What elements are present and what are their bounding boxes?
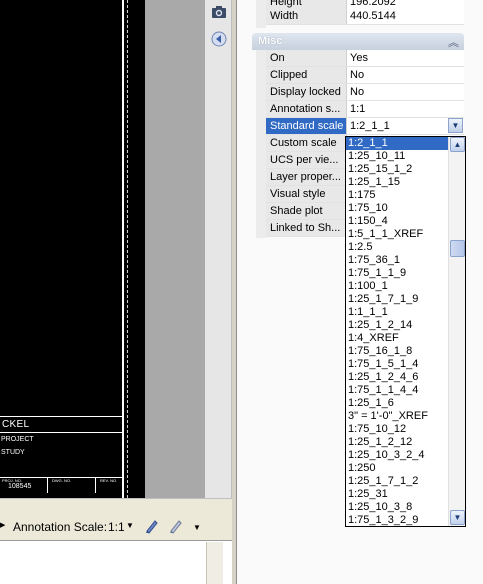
property-value[interactable]: 1:1 <box>346 101 464 117</box>
title-block-line <box>0 416 122 417</box>
property-label: Visual style <box>266 186 346 202</box>
property-label: Display locked <box>266 84 346 100</box>
title-block-label-dwg: DWG. NO. <box>52 478 72 483</box>
title-block-study: STUDY <box>1 449 25 456</box>
dropdown-option[interactable]: 1:25_10_3_8 <box>346 501 448 514</box>
property-label: On <box>266 50 346 66</box>
property-value[interactable]: No <box>346 84 464 100</box>
title-block-number: 108545 <box>8 483 32 490</box>
dropdown-scrollbar[interactable]: ▲ ▼ <box>448 137 465 526</box>
sheet-border-line <box>122 0 124 498</box>
dropdown-option[interactable]: 1:75_10 <box>346 202 448 215</box>
paper-background <box>145 0 205 498</box>
property-label: Shade plot <box>266 203 346 219</box>
scroll-thumb[interactable] <box>450 240 465 257</box>
chevron-up-icon[interactable]: ▲ <box>450 137 465 152</box>
property-value[interactable]: 440.5144 <box>346 8 464 24</box>
dropdown-option[interactable]: 1:4_XREF <box>346 332 448 345</box>
chevron-down-icon[interactable]: ▼ <box>126 521 134 530</box>
dropdown-option[interactable]: 1:100_1 <box>346 280 448 293</box>
property-value[interactable]: No <box>346 67 464 83</box>
dropdown-option[interactable]: 1:250 <box>346 462 448 475</box>
category-gutter <box>256 0 266 28</box>
property-label: Standard scale <box>266 118 346 134</box>
dropdown-option[interactable]: 1:25_1_7_1_9 <box>346 293 448 306</box>
dropdown-option[interactable]: 1:25_10_3_2_4 <box>346 449 448 462</box>
dropdown-option[interactable]: 1:2_1_1 <box>346 137 448 150</box>
viewport-dashed-line <box>127 0 128 498</box>
annotation-visibility-icon[interactable] <box>144 518 160 534</box>
property-label: Annotation s... <box>266 101 346 117</box>
drawing-canvas[interactable]: CKEL PROJECT STUDY PROJ. NO. DWG. NO. RE… <box>0 0 145 498</box>
property-row-clipped[interactable]: Clipped No <box>266 67 464 84</box>
annotation-scale-value[interactable]: 1:1 <box>108 520 125 534</box>
dropdown-option[interactable]: 1:2.5 <box>346 241 448 254</box>
dropdown-option[interactable]: 1:25_1_2_14 <box>346 319 448 332</box>
property-label: Custom scale <box>266 135 346 151</box>
property-label: UCS per vie... <box>266 152 346 168</box>
title-block-project: PROJECT <box>1 436 34 443</box>
dropdown-option[interactable]: 1:25_31 <box>346 488 448 501</box>
command-line-scrollbar[interactable] <box>206 542 223 584</box>
dropdown-option[interactable]: 1:25_15_1_2 <box>346 163 448 176</box>
standard-scale-combo[interactable]: 1:2_1_1 ▼ <box>346 118 464 134</box>
dropdown-option[interactable]: 1:75_1_1_4_4 <box>346 384 448 397</box>
property-label: Linked to Sh... <box>266 220 346 236</box>
title-block-label-rev: REV. NO. <box>100 478 118 483</box>
dropdown-option[interactable]: 1:75_36_1 <box>346 254 448 267</box>
title-block-name: CKEL <box>2 419 30 430</box>
collapse-icon[interactable]: ︽ <box>448 34 459 50</box>
chevron-down-icon[interactable]: ▼ <box>448 118 463 133</box>
command-line[interactable] <box>0 540 232 584</box>
misc-section-header[interactable]: Misc ︽ <box>252 33 464 50</box>
dropdown-option[interactable]: 1:1_1_1 <box>346 306 448 319</box>
property-row-on[interactable]: On Yes <box>266 50 464 67</box>
property-label: Width <box>266 8 346 24</box>
dropdown-option[interactable]: 1:75_16_1_8 <box>346 345 448 358</box>
dropdown-option[interactable]: 1:25_1_2_12 <box>346 436 448 449</box>
property-row-annotation-scale[interactable]: Annotation s... 1:1 <box>266 101 464 118</box>
auto-scale-icon[interactable] <box>168 518 184 534</box>
title-block-line <box>0 432 122 433</box>
section-title: Misc <box>258 35 283 47</box>
status-menu-arrow-icon[interactable]: ▼ <box>193 523 201 532</box>
property-label: Layer proper... <box>266 169 346 185</box>
property-label: Clipped <box>266 67 346 83</box>
dropdown-option[interactable]: 1:75_1_5_1_4 <box>346 358 448 371</box>
dropdown-option[interactable]: 1:5_1_1_XREF <box>346 228 448 241</box>
dropdown-option[interactable]: 1:75_1_3_2_9 <box>346 514 448 526</box>
category-gutter <box>256 50 266 238</box>
dropdown-option[interactable]: 1:25_1_7_1_2 <box>346 475 448 488</box>
property-value[interactable]: Yes <box>346 50 464 66</box>
back-arrow-icon[interactable] <box>210 30 228 48</box>
dropdown-list: 1:2_1_1 1:25_10_11 1:25_15_1_2 1:25_1_15 1:1… <box>346 137 448 526</box>
combo-value: 1:2_1_1 <box>350 120 390 132</box>
dropdown-option[interactable]: 1:25_1_2_4_6 <box>346 371 448 384</box>
camera-icon[interactable] <box>210 3 228 21</box>
tool-palette <box>205 0 232 498</box>
chevron-down-icon[interactable]: ▼ <box>450 510 465 525</box>
dropdown-option[interactable]: 1:25_10_11 <box>346 150 448 163</box>
property-row-standard-scale[interactable]: Standard scale 1:2_1_1 ▼ <box>266 118 464 135</box>
dropdown-option[interactable]: 1:175 <box>346 189 448 202</box>
dropdown-option[interactable]: 1:75_10_12 <box>346 423 448 436</box>
dropdown-option[interactable]: 1:75_1_1_9 <box>346 267 448 280</box>
dropdown-option[interactable]: 1:25_1_15 <box>346 176 448 189</box>
dropdown-option[interactable]: 1:25_1_6 <box>346 397 448 410</box>
property-row-display-locked[interactable]: Display locked No <box>266 84 464 101</box>
dropdown-option[interactable]: 3" = 1'-0"_XREF <box>346 410 448 423</box>
annotation-scale-label: Annotation Scale: <box>13 520 108 534</box>
dropdown-option[interactable]: 1:150_4 <box>346 215 448 228</box>
standard-scale-dropdown[interactable]: 1:2_1_1 1:25_10_11 1:25_15_1_2 1:25_1_15 1:1… <box>345 136 466 527</box>
property-row-width[interactable]: Width 440.5144 <box>266 8 464 25</box>
triangle-right-icon[interactable]: ▶ <box>0 521 5 529</box>
